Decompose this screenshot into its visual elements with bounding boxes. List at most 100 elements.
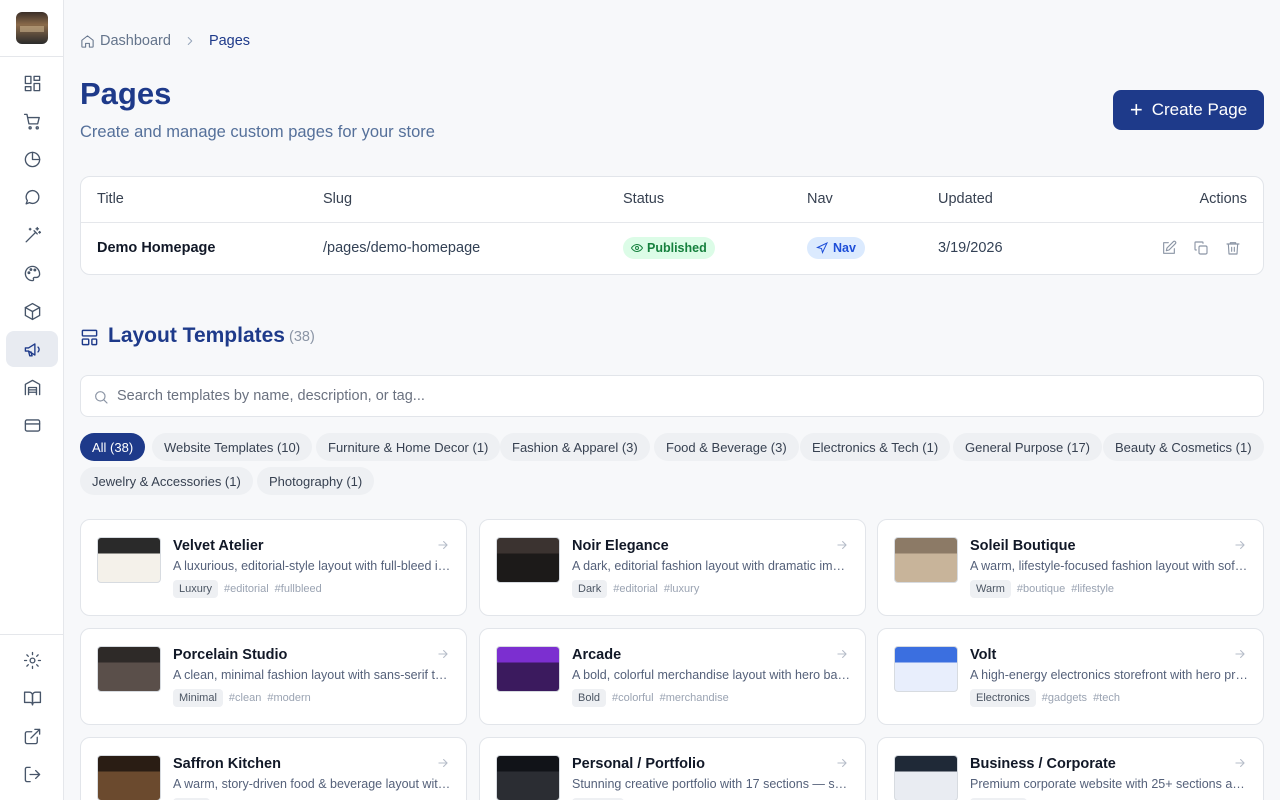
sidebar-item-analytics[interactable] bbox=[6, 141, 58, 177]
breadcrumb: Dashboard Pages bbox=[80, 33, 250, 49]
filter-chip-food[interactable]: Food & Beverage (3) bbox=[654, 433, 799, 461]
store-logo[interactable] bbox=[16, 12, 48, 44]
column-header-nav: Nav bbox=[807, 191, 833, 207]
column-header-slug: Slug bbox=[323, 191, 353, 207]
settings-gear-icon bbox=[23, 651, 41, 669]
external-link-icon bbox=[24, 728, 40, 744]
sidebar-item-docs[interactable] bbox=[6, 680, 58, 716]
create-page-button[interactable]: + Create Page bbox=[1113, 90, 1264, 130]
template-card[interactable]: Porcelain Studio A clean, minimal fashion… bbox=[80, 628, 467, 725]
arrow-right-icon[interactable] bbox=[835, 647, 849, 661]
sidebar-item-settings[interactable] bbox=[6, 642, 58, 678]
template-card-description: A clean, minimal fashion layout with san… bbox=[173, 668, 451, 682]
box-icon bbox=[24, 302, 40, 320]
sidebar-item-billing[interactable] bbox=[6, 407, 58, 443]
template-hashtag: #modern bbox=[267, 692, 311, 704]
template-hashtag: #fullbleed bbox=[274, 583, 322, 595]
plus-icon: + bbox=[1129, 97, 1143, 122]
megaphone-icon bbox=[24, 342, 40, 357]
sidebar-item-marketing[interactable] bbox=[6, 331, 58, 367]
filter-chip-general-purpose[interactable]: General Purpose (17) bbox=[953, 433, 1103, 461]
template-card-title: Volt bbox=[970, 647, 997, 663]
arrow-right-icon[interactable] bbox=[1233, 756, 1247, 770]
edit-button[interactable] bbox=[1160, 239, 1178, 257]
sidebar-item-dashboard[interactable] bbox=[6, 65, 58, 101]
row-title[interactable]: Demo Homepage bbox=[97, 240, 215, 256]
cart-icon bbox=[23, 113, 40, 130]
sidebar-divider bbox=[0, 634, 64, 635]
template-card-description: A warm, lifestyle-focused fashion layout… bbox=[970, 559, 1248, 573]
template-card[interactable]: Saffron Kitchen A warm, story-driven food… bbox=[80, 737, 467, 800]
arrow-right-icon[interactable] bbox=[835, 538, 849, 552]
table-divider bbox=[81, 222, 1263, 223]
sidebar-item-ai-tools[interactable] bbox=[6, 217, 58, 253]
template-card[interactable]: Volt A high-energy electronics storefront… bbox=[877, 628, 1264, 725]
template-hashtag: #clean bbox=[228, 692, 262, 704]
template-hashtag: #editorial bbox=[224, 583, 269, 595]
filter-chip-photography[interactable]: Photography (1) bbox=[257, 467, 375, 495]
template-hashtag: #boutique bbox=[1016, 583, 1066, 595]
template-card-title: Business / Corporate bbox=[970, 756, 1116, 772]
status-badge-label: Published bbox=[647, 241, 707, 255]
template-hashtag: #merchandise bbox=[659, 692, 729, 704]
template-card[interactable]: Arcade A bold, colorful merchandise layou… bbox=[479, 628, 866, 725]
arrow-right-icon[interactable] bbox=[436, 538, 450, 552]
filter-chip-jewelry[interactable]: Jewelry & Accessories (1) bbox=[80, 467, 253, 495]
template-search-input[interactable] bbox=[117, 376, 1247, 416]
filter-chip-website-templates[interactable]: Website Templates (10) bbox=[152, 433, 313, 461]
duplicate-button[interactable] bbox=[1192, 239, 1210, 257]
template-hashtag: #lifestyle bbox=[1071, 583, 1115, 595]
sidebar-item-view-store[interactable] bbox=[6, 718, 58, 754]
sidebar-item-logout[interactable] bbox=[6, 756, 58, 792]
eye-icon bbox=[631, 243, 643, 253]
template-card-title: Velvet Atelier bbox=[173, 538, 264, 554]
template-category-tag: Warm bbox=[970, 580, 1011, 598]
template-card[interactable]: Personal / Portfolio Stunning creative po… bbox=[479, 737, 866, 800]
row-slug: /pages/demo-homepage bbox=[323, 240, 481, 256]
arrow-right-icon[interactable] bbox=[1233, 647, 1247, 661]
template-card-description: A warm, story-driven food & beverage lay… bbox=[173, 777, 451, 791]
template-card[interactable]: Soleil Boutique A warm, lifestyle-focused… bbox=[877, 519, 1264, 616]
template-thumbnail bbox=[894, 646, 958, 692]
status-badge: Published bbox=[623, 237, 715, 259]
sidebar-item-orders[interactable] bbox=[6, 103, 58, 139]
layout-template-icon bbox=[80, 328, 99, 347]
nav-badge: Nav bbox=[807, 237, 865, 259]
template-card[interactable]: Noir Elegance A dark, editorial fashion l… bbox=[479, 519, 866, 616]
breadcrumb-dashboard[interactable]: Dashboard bbox=[100, 33, 171, 49]
filter-chip-all[interactable]: All (38) bbox=[80, 433, 146, 461]
template-card-description: Premium corporate website with 25+ secti… bbox=[970, 777, 1248, 791]
sidebar-item-products[interactable] bbox=[6, 293, 58, 329]
arrow-right-icon[interactable] bbox=[436, 647, 450, 661]
palette-icon bbox=[24, 265, 40, 281]
template-card-tags: Dark #editorial #luxury bbox=[572, 580, 705, 598]
template-category-tag: Minimal bbox=[173, 689, 223, 707]
sidebar bbox=[0, 0, 64, 800]
trash-icon bbox=[1226, 242, 1240, 255]
template-category-tag: Bold bbox=[572, 689, 607, 707]
sidebar-item-inventory[interactable] bbox=[6, 369, 58, 405]
template-thumbnail bbox=[496, 755, 560, 800]
create-page-label: Create Page bbox=[1151, 100, 1248, 119]
arrow-right-icon[interactable] bbox=[835, 756, 849, 770]
nav-badge-label: Nav bbox=[833, 241, 856, 255]
arrow-right-icon[interactable] bbox=[436, 756, 450, 770]
filter-chip-electronics[interactable]: Electronics & Tech (1) bbox=[800, 433, 951, 461]
book-icon bbox=[23, 690, 41, 706]
template-hashtag: #luxury bbox=[663, 583, 700, 595]
template-card-title: Porcelain Studio bbox=[173, 647, 288, 663]
template-card[interactable]: Business / Corporate Premium corporate we… bbox=[877, 737, 1264, 800]
sidebar-item-messages[interactable] bbox=[6, 179, 58, 215]
filter-chip-fashion[interactable]: Fashion & Apparel (3) bbox=[500, 433, 650, 461]
filter-chip-furniture[interactable]: Furniture & Home Decor (1) bbox=[316, 433, 501, 461]
arrow-right-icon[interactable] bbox=[1233, 538, 1247, 552]
navigation-arrow-icon bbox=[816, 242, 828, 254]
search-icon bbox=[95, 391, 108, 404]
template-hashtag: #tech bbox=[1093, 692, 1120, 704]
template-card-tags: Electronics #gadgets #tech bbox=[970, 689, 1126, 707]
template-card[interactable]: Velvet Atelier A luxurious, editorial-sty… bbox=[80, 519, 467, 616]
sidebar-item-themes[interactable] bbox=[6, 255, 58, 291]
delete-button[interactable] bbox=[1224, 239, 1242, 257]
credit-card-icon bbox=[24, 418, 40, 432]
filter-chip-beauty[interactable]: Beauty & Cosmetics (1) bbox=[1103, 433, 1264, 461]
